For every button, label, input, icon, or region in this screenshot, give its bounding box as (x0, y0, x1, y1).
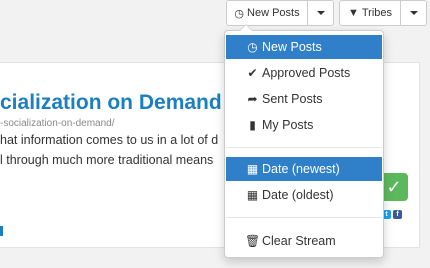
book-icon: ▮ (249, 118, 256, 132)
tribes-filter-label: Tribes (361, 7, 393, 19)
menu-item-label: My Posts (262, 118, 314, 132)
post-excerpt-line-1: hat information comes to us in a lot of … (0, 133, 219, 147)
tribes-filter-button[interactable]: ▼ Tribes (339, 0, 401, 26)
chevron-down-icon (409, 11, 418, 15)
stream-toolbar: ◷ New Posts ▼ Tribes (0, 0, 430, 30)
menu-item-my-posts[interactable]: ▮ My Posts (226, 113, 382, 137)
calendar-icon: ▦ (246, 162, 259, 176)
facebook-icon[interactable]: f (393, 210, 402, 219)
new-posts-filter-button[interactable]: ◷ New Posts (226, 0, 308, 26)
calendar-icon: ▦ (246, 188, 259, 202)
filter-icon: ▼ (347, 7, 359, 19)
tribes-dropdown-toggle[interactable] (401, 0, 427, 26)
menu-item-approved-posts[interactable]: ✔ Approved Posts (226, 61, 382, 85)
new-posts-filter-label: New Posts (247, 7, 300, 19)
stream-filter-menu: ◷ New Posts ✔ Approved Posts ➦ Sent Post… (224, 24, 384, 258)
menu-divider (226, 217, 382, 218)
menu-item-date-newest[interactable]: ▦ Date (newest) (226, 157, 382, 181)
post-marker (0, 226, 3, 236)
menu-item-new-posts[interactable]: ◷ New Posts (226, 35, 382, 59)
chevron-down-icon (316, 11, 325, 15)
check-icon: ✓ (386, 176, 402, 197)
menu-item-label: Date (newest) (262, 162, 340, 176)
share-arrow-icon: ➦ (247, 92, 258, 106)
check-icon: ✔ (247, 66, 258, 80)
menu-item-label: Date (oldest) (262, 188, 334, 202)
post-excerpt-line-2: l through much more traditional means (0, 153, 214, 167)
clock-icon: ◷ (247, 40, 258, 54)
new-posts-dropdown-toggle[interactable] (308, 0, 334, 26)
post-url[interactable]: -socialization-on-demand/ (0, 118, 115, 129)
menu-item-date-oldest[interactable]: ▦ Date (oldest) (226, 183, 382, 207)
menu-item-label: New Posts (262, 40, 322, 54)
clock-icon: ◷ (234, 7, 245, 20)
menu-item-label: Approved Posts (262, 66, 351, 80)
post-title[interactable]: cialization on Demand (0, 91, 222, 115)
menu-item-label: Sent Posts (262, 92, 323, 106)
menu-divider (226, 147, 382, 148)
trash-icon: 🗑 (245, 234, 261, 248)
approve-button[interactable]: ✓ (380, 173, 408, 201)
menu-item-clear-stream[interactable]: 🗑 Clear Stream (226, 229, 382, 253)
menu-item-label: Clear Stream (262, 234, 336, 248)
menu-item-sent-posts[interactable]: ➦ Sent Posts (226, 87, 382, 111)
